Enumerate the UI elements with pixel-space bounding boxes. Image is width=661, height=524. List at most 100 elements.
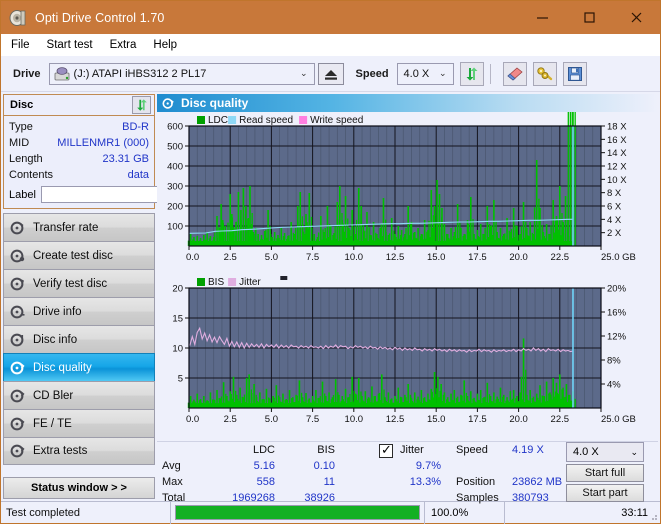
svg-text:400: 400 [167, 162, 183, 173]
refresh-button[interactable] [459, 61, 484, 86]
disc-refresh-button[interactable] [132, 96, 151, 114]
disc-rows: Type BD-R MID MILLENMR1 (000) Length 23.… [4, 116, 244, 208]
sidebar-item-create-test-disc[interactable]: Create test disc [3, 241, 155, 269]
disc-test-icon [10, 416, 26, 432]
resize-grip[interactable] [648, 511, 658, 521]
menu-item-start-test[interactable]: Start test [47, 39, 93, 51]
sidebar-item-cd-bler[interactable]: CD Bler [3, 381, 155, 409]
stats-position-value: 23862 MB [512, 476, 563, 488]
svg-text:200: 200 [167, 202, 183, 213]
menu-item-help[interactable]: Help [153, 39, 177, 51]
jitter-checkbox[interactable] [379, 442, 393, 458]
svg-text:22.5: 22.5 [551, 414, 570, 425]
app-window: Opti Drive Control 1.70 File Start test … [0, 0, 661, 524]
sidebar-item-label: Extra tests [33, 445, 88, 457]
main-panel: Disc quality LDC Read speed Write speed 100… [157, 92, 660, 504]
status-text: Test completed [1, 501, 171, 524]
status-bar: Test completed 100.0% 33:11 [1, 501, 660, 524]
disc-quality-icon [162, 97, 175, 110]
save-button[interactable] [562, 61, 587, 86]
sidebar-item-label: FE / TE [33, 417, 72, 430]
svg-text:4 X: 4 X [607, 215, 622, 226]
svg-text:2 X: 2 X [607, 228, 622, 239]
svg-text:LDC: LDC [208, 115, 228, 126]
disc-test-icon [10, 276, 26, 292]
start-part-button[interactable]: Start part [566, 484, 644, 502]
sidebar-item-label: CD Bler [33, 389, 74, 402]
svg-text:12 X: 12 X [607, 162, 627, 173]
svg-text:7.5: 7.5 [306, 414, 319, 425]
disc-test-icon [10, 304, 26, 320]
maximize-button[interactable] [566, 1, 613, 34]
disc-test-icon [10, 360, 26, 376]
stats-col-bis: BIS [317, 444, 335, 456]
speed-select[interactable]: 4.0 X ⌄ [396, 62, 454, 85]
sidebar-item-disc-quality[interactable]: Disc quality [3, 353, 155, 381]
stats-speed-label: Speed [456, 444, 488, 456]
stats-bis-avg: 0.10 [313, 460, 335, 472]
svg-text:0.0: 0.0 [186, 252, 199, 263]
eraser-button[interactable] [502, 61, 527, 86]
svg-text:600: 600 [167, 122, 183, 133]
menu-item-file[interactable]: File [11, 39, 30, 51]
stats-speed-select-value: 4.0 X [573, 446, 599, 458]
window-title: Opti Drive Control 1.70 [35, 10, 165, 25]
eject-button[interactable] [317, 62, 344, 85]
svg-text:20%: 20% [607, 284, 627, 295]
stats-bis-max: 11 [323, 476, 335, 488]
disc-row-key: Type [9, 121, 33, 133]
svg-text:10.0: 10.0 [345, 414, 364, 425]
svg-text:BIS: BIS [208, 277, 224, 288]
disc-test-icon [10, 248, 26, 264]
keys-button[interactable] [532, 61, 557, 86]
close-button[interactable] [613, 1, 660, 34]
body: Disc Type BD-R MID MILLENMR1 (000) Lengt… [1, 92, 660, 504]
sidebar-item-extra-tests[interactable]: Extra tests [3, 437, 155, 465]
sidebar-item-transfer-rate[interactable]: Transfer rate [3, 213, 155, 241]
stats-jitter-max: 13.3% [409, 476, 441, 488]
svg-text:12.5: 12.5 [386, 252, 405, 263]
svg-text:10: 10 [172, 344, 183, 355]
start-full-button[interactable]: Start full [566, 464, 644, 482]
sidebar-item-disc-info[interactable]: Disc info [3, 325, 155, 353]
svg-text:12%: 12% [607, 332, 627, 343]
drive-select[interactable]: (J:) ATAPI iHBS312 2 PL17 ⌄ [48, 62, 315, 85]
svg-text:0.0: 0.0 [186, 414, 199, 425]
sidebar-item-label: Verify test disc [33, 277, 108, 290]
progress-percent: 100.0% [424, 501, 504, 524]
quality-charts: LDC Read speed Write speed 100 200 300 400 500 6… [167, 112, 636, 425]
svg-text:Read speed: Read speed [239, 115, 293, 126]
sidebar-item-drive-info[interactable]: Drive info [3, 297, 155, 325]
minimize-button[interactable] [519, 1, 566, 34]
status-window-button[interactable]: Status window > > [3, 477, 155, 499]
stats-panel: LDC BIS Jitter Avg Max Total 5.16 558 19… [157, 441, 658, 504]
disc-row-value: data [127, 169, 149, 181]
speed-value: 4.0 X [403, 67, 430, 80]
disc-icon [9, 9, 27, 27]
menu-item-extra[interactable]: Extra [110, 39, 137, 51]
progress-bar [175, 505, 420, 520]
jitter-label: Jitter [400, 444, 424, 456]
sidebar-item-fe-te[interactable]: FE / TE [3, 409, 155, 437]
svg-text:5: 5 [178, 374, 183, 385]
svg-text:300: 300 [167, 182, 183, 193]
sidebar-item-label: Create test disc [33, 249, 113, 262]
stats-speed-select[interactable]: 4.0 X ⌄ [566, 442, 644, 462]
svg-text:100: 100 [167, 222, 183, 233]
sidebar-item-verify-test-disc[interactable]: Verify test disc [3, 269, 155, 297]
svg-text:20: 20 [172, 284, 183, 295]
panel-header: Disc quality [157, 94, 658, 112]
stats-row-avg: Avg [162, 460, 181, 472]
svg-text:7.5: 7.5 [306, 252, 319, 263]
disc-panel-header: Disc [4, 95, 154, 116]
svg-text:14 X: 14 X [607, 148, 627, 159]
disc-test-icon [10, 220, 26, 236]
svg-text:5.0: 5.0 [265, 414, 278, 425]
stats-jitter-avg: 9.7% [415, 460, 441, 472]
disc-row-key: Contents [9, 169, 54, 181]
stats-row-total: Total [162, 492, 186, 504]
svg-text:8%: 8% [607, 356, 621, 367]
svg-text:17.5: 17.5 [468, 414, 487, 425]
svg-text:10 X: 10 X [607, 175, 627, 186]
